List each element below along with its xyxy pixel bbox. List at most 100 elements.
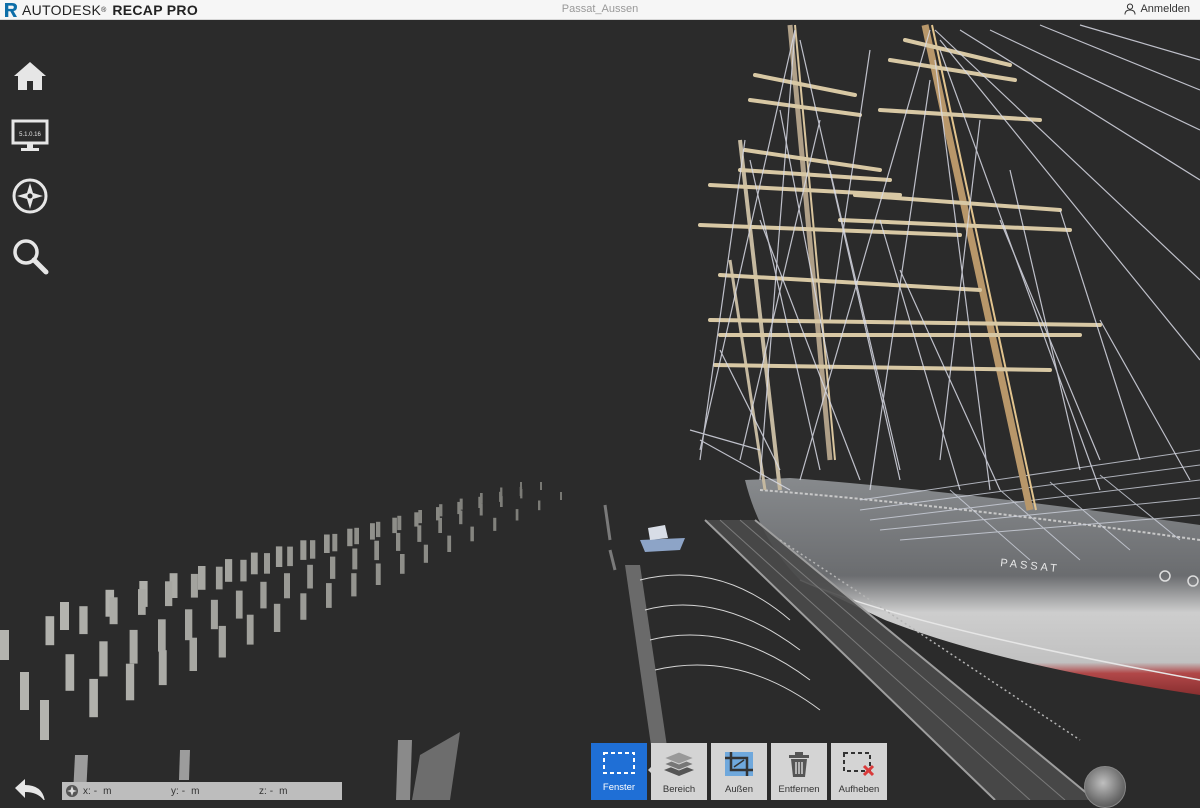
coord-z-label: z:: [259, 785, 267, 797]
clear-selection-label: Aufheben: [838, 784, 880, 795]
point-cloud-viewport[interactable]: PASSAT 5.1.0.16: [0, 20, 1200, 800]
coord-x-unit: m: [103, 785, 112, 797]
coord-x-value: -: [93, 785, 98, 797]
mooring-pile: [540, 482, 542, 490]
mooring-pile: [0, 630, 9, 660]
mooring-pile: [260, 581, 267, 609]
mooring-pile: [500, 487, 503, 497]
monitor-icon: 5.1.0.16: [11, 119, 49, 151]
mooring-pile: [287, 546, 293, 567]
mooring-pile: [374, 540, 379, 561]
mooring-pile: [218, 625, 226, 658]
mooring-pile: [89, 678, 98, 718]
mooring-pile: [20, 672, 29, 710]
mooring-pile: [185, 609, 193, 641]
mooring-pile: [235, 590, 243, 619]
mooring-pile: [418, 510, 422, 524]
window-select-button[interactable]: Fenster: [591, 743, 647, 800]
crosshair-icon: [66, 785, 78, 797]
mooring-pile: [40, 700, 49, 740]
coord-z-value: -: [269, 785, 274, 797]
coord-y-label: y:: [171, 785, 179, 797]
mooring-pile: [125, 663, 135, 701]
small-boat: [640, 525, 685, 552]
mooring-pile: [275, 546, 283, 567]
mooring-piles: [0, 482, 562, 740]
coord-y-value: -: [181, 785, 186, 797]
mooring-pile: [414, 512, 419, 527]
mooring-pile: [79, 606, 88, 635]
mooring-pile: [99, 641, 108, 677]
mooring-pile: [447, 535, 452, 552]
compass-icon: [12, 178, 48, 214]
mooring-pile: [354, 527, 359, 545]
mooring-pile: [330, 556, 336, 579]
back-button[interactable]: [10, 775, 50, 800]
mooring-pile: [480, 493, 483, 504]
mooring-pile: [560, 492, 562, 500]
layers-icon: [662, 751, 696, 776]
mooring-pile: [396, 532, 401, 551]
display-settings-button[interactable]: 5.1.0.16: [10, 116, 50, 156]
magnifier-icon: [13, 239, 49, 275]
title-bar: AUTODESK ® RECAP PRO Passat_Aussen Anmeld…: [0, 0, 1200, 20]
mooring-pile: [284, 573, 290, 599]
mooring-pile: [439, 504, 443, 517]
mooring-pile: [300, 593, 307, 620]
zoom-button[interactable]: [10, 236, 50, 276]
outside-label: Außen: [725, 784, 753, 795]
mooring-pile: [246, 614, 254, 645]
mooring-pile: [400, 554, 405, 574]
mooring-pile: [392, 517, 397, 534]
mooring-pile: [189, 637, 197, 671]
mooring-pile: [158, 650, 167, 686]
masts: [728, 24, 1037, 511]
mooring-pile: [198, 566, 206, 590]
rigging: [689, 24, 1200, 491]
mooring-pile: [109, 597, 118, 625]
user-icon: [1124, 3, 1136, 15]
mooring-pile: [310, 540, 316, 559]
mooring-pile: [250, 552, 258, 575]
mooring-pile: [307, 564, 313, 589]
mooring-pile: [397, 515, 402, 531]
delete-button[interactable]: Entfernen: [771, 743, 827, 800]
orbit-button[interactable]: [10, 176, 50, 216]
signin-label: Anmelden: [1140, 3, 1190, 15]
mooring-pile: [129, 629, 138, 664]
mooring-pile: [215, 566, 223, 590]
mooring-pile: [375, 563, 381, 585]
region-label: Bereich: [662, 784, 696, 795]
coordinate-readout: x: - m y: - m z: - m: [62, 782, 342, 800]
mooring-pile: [515, 509, 519, 521]
region-button[interactable]: Bereich: [651, 743, 707, 800]
signin-button[interactable]: Anmelden: [1124, 3, 1190, 15]
delete-label: Entfernen: [778, 784, 820, 795]
document-title: Passat_Aussen: [561, 3, 639, 15]
navigation-orb[interactable]: [1084, 766, 1126, 808]
crop-outside-icon: [725, 752, 753, 776]
mooring-pile: [45, 616, 55, 646]
clear-selection-button[interactable]: Aufheben: [831, 743, 887, 800]
clear-selection-icon: [843, 752, 875, 777]
mooring-pile: [60, 602, 69, 630]
mooring-pile: [351, 573, 357, 597]
home-button[interactable]: [10, 56, 50, 96]
mooring-pile: [347, 528, 353, 547]
mooring-pile: [459, 498, 463, 510]
coord-z-unit: m: [279, 785, 288, 797]
mooring-pile: [326, 583, 332, 608]
selection-toolbar: Fenster Bereich Außen Entfernen Aufheben: [591, 743, 891, 800]
mooring-pile: [264, 553, 270, 574]
trash-icon: [789, 752, 809, 777]
coord-z: z: - m: [259, 786, 287, 797]
point-cloud-scene: PASSAT: [0, 24, 1200, 800]
mooring-pile: [165, 581, 173, 607]
mooring-pile: [493, 517, 497, 531]
home-icon: [14, 62, 46, 90]
coord-y: y: - m: [169, 786, 259, 797]
undo-arrow-icon: [15, 779, 45, 800]
toolbar-pointer: [648, 762, 656, 778]
mooring-pile: [520, 482, 522, 490]
outside-button[interactable]: Außen: [711, 743, 767, 800]
